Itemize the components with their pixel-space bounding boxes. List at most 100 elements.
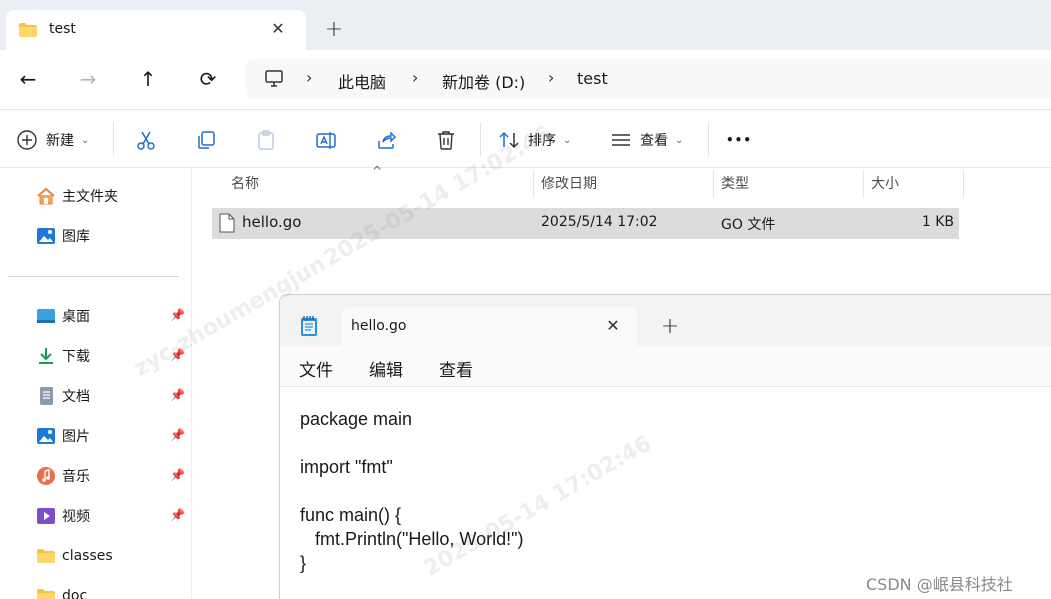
navigation-bar: ← → ↑ ⟳ › 此电脑 › 新加卷 (D:) › test xyxy=(0,50,1051,110)
command-separator xyxy=(708,122,709,156)
view-list-icon xyxy=(612,134,630,146)
back-arrow-icon[interactable]: ← xyxy=(16,67,40,91)
pin-icon: 📌 xyxy=(170,308,185,322)
file-type: GO 文件 xyxy=(721,217,776,233)
notepad-tab-strip: hello.go ✕ + xyxy=(280,295,1051,346)
breadcrumb-drive-d[interactable]: 新加卷 (D:) xyxy=(442,69,525,93)
column-divider[interactable] xyxy=(533,170,534,198)
music-icon xyxy=(36,466,56,486)
sidebar-item-classes[interactable]: classes xyxy=(36,544,113,568)
menu-file[interactable]: 文件 xyxy=(299,356,333,381)
document-icon xyxy=(36,386,56,406)
trash-icon xyxy=(438,131,454,150)
pin-icon: 📌 xyxy=(170,468,185,482)
pictures-icon xyxy=(36,426,56,446)
code-line: func main() { xyxy=(300,505,402,525)
notepad-window: hello.go ✕ + 文件 编辑 查看 package main impor… xyxy=(279,294,1051,599)
sidebar-item-label: 文档 xyxy=(62,389,90,405)
new-tab-button[interactable]: + xyxy=(658,315,682,339)
folder-icon xyxy=(36,546,56,566)
breadcrumb-separator[interactable]: › xyxy=(412,68,418,87)
file-row[interactable]: hello.go 2025/5/14 17:02 GO 文件 1 KB xyxy=(212,208,959,239)
text-editor[interactable]: package main import "fmt" func main() { … xyxy=(280,387,1051,599)
home-icon xyxy=(36,186,56,206)
notepad-menu-bar: 文件 编辑 查看 xyxy=(280,346,1051,387)
folder-icon xyxy=(18,22,38,42)
download-icon xyxy=(36,346,56,366)
sidebar-item-label: 主文件夹 xyxy=(62,189,118,205)
column-header-size[interactable]: 大小 xyxy=(871,168,899,200)
copy-icon xyxy=(198,131,215,149)
breadcrumb-test[interactable]: test xyxy=(577,69,608,88)
pin-icon: 📌 xyxy=(170,348,185,362)
pin-icon: 📌 xyxy=(170,508,185,522)
cut-button[interactable] xyxy=(135,127,157,153)
close-tab-icon[interactable]: ✕ xyxy=(603,316,623,336)
sidebar-item-music[interactable]: 音乐 xyxy=(36,464,90,488)
command-separator xyxy=(480,122,481,156)
column-header-type[interactable]: 类型 xyxy=(721,168,749,200)
breadcrumb-this-pc[interactable]: 此电脑 xyxy=(338,69,386,93)
new-button[interactable]: 新建 ⌄ xyxy=(16,127,89,153)
breadcrumb-separator[interactable]: › xyxy=(306,68,312,87)
new-tab-button[interactable]: + xyxy=(322,18,346,42)
share-button[interactable] xyxy=(375,127,397,153)
copy-button[interactable] xyxy=(195,127,217,153)
breadcrumb-separator[interactable]: › xyxy=(548,68,554,87)
column-divider[interactable] xyxy=(713,170,714,198)
folder-icon xyxy=(36,586,56,599)
code-line: package main xyxy=(300,409,413,429)
sidebar-item-gallery[interactable]: 图库 xyxy=(36,224,90,248)
up-arrow-icon[interactable]: ↑ xyxy=(136,67,160,91)
share-icon xyxy=(378,131,396,149)
sidebar-item-label: 下载 xyxy=(62,349,90,365)
forward-arrow-icon[interactable]: → xyxy=(76,67,100,91)
explorer-tab-strip: test ✕ + xyxy=(0,0,1051,50)
sidebar-item-label: 图库 xyxy=(62,229,90,245)
command-bar: 新建 ⌄ 排序 ⌄ 查看 ⌄ ••• xyxy=(0,110,1051,168)
sidebar-item-label: classes xyxy=(62,548,113,564)
csdn-credit: CSDN @岷县科技社 xyxy=(866,575,1013,594)
chevron-down-icon: ⌄ xyxy=(563,134,572,146)
column-divider[interactable] xyxy=(863,170,864,198)
rename-button[interactable] xyxy=(315,127,337,153)
view-button[interactable]: 查看 ⌄ xyxy=(610,127,683,153)
delete-button[interactable] xyxy=(435,127,457,153)
sort-button[interactable]: 排序 ⌄ xyxy=(498,127,571,153)
code-line: } xyxy=(300,553,307,573)
more-options-icon[interactable]: ••• xyxy=(726,127,752,153)
file-name: hello.go xyxy=(242,213,302,231)
sidebar-item-label: 视频 xyxy=(62,509,90,525)
sidebar-item-doc[interactable]: doc xyxy=(36,584,87,599)
chevron-down-icon: ⌄ xyxy=(675,134,684,146)
column-header-modified[interactable]: 修改日期 xyxy=(541,168,597,200)
command-separator xyxy=(113,122,114,156)
menu-view[interactable]: 查看 xyxy=(439,356,473,381)
column-divider[interactable] xyxy=(963,170,964,198)
close-tab-icon[interactable]: ✕ xyxy=(268,19,288,39)
scissors-icon xyxy=(137,131,155,150)
sidebar-item-pictures[interactable]: 图片 xyxy=(36,424,90,448)
chevron-down-icon: ⌄ xyxy=(81,134,90,146)
sidebar-item-downloads[interactable]: 下载 xyxy=(36,344,90,368)
sidebar-item-label: doc xyxy=(62,588,88,599)
sidebar-item-desktop[interactable]: 桌面 xyxy=(36,304,90,328)
video-icon xyxy=(36,506,56,526)
column-header-name[interactable]: 名称 xyxy=(231,168,259,200)
explorer-tab-test[interactable]: test ✕ xyxy=(6,10,306,50)
sidebar-item-videos[interactable]: 视频 xyxy=(36,504,90,528)
sort-ascending-icon: ^ xyxy=(372,164,383,178)
pin-icon: 📌 xyxy=(170,388,185,402)
sidebar-item-home[interactable]: 主文件夹 xyxy=(36,184,118,208)
sidebar-divider xyxy=(8,276,179,277)
address-bar[interactable]: › 此电脑 › 新加卷 (D:) › test xyxy=(246,59,1051,99)
view-label: 查看 xyxy=(640,133,668,149)
notepad-tab-label: hello.go xyxy=(351,318,407,334)
code-line: fmt.Println("Hello, World!") xyxy=(300,529,524,549)
refresh-icon[interactable]: ⟳ xyxy=(196,67,220,91)
computer-icon xyxy=(264,69,284,93)
sidebar-item-documents[interactable]: 文档 xyxy=(36,384,90,408)
notepad-tab-hello-go[interactable]: hello.go ✕ xyxy=(341,307,637,346)
paste-button[interactable] xyxy=(255,127,277,153)
menu-edit[interactable]: 编辑 xyxy=(369,356,403,381)
